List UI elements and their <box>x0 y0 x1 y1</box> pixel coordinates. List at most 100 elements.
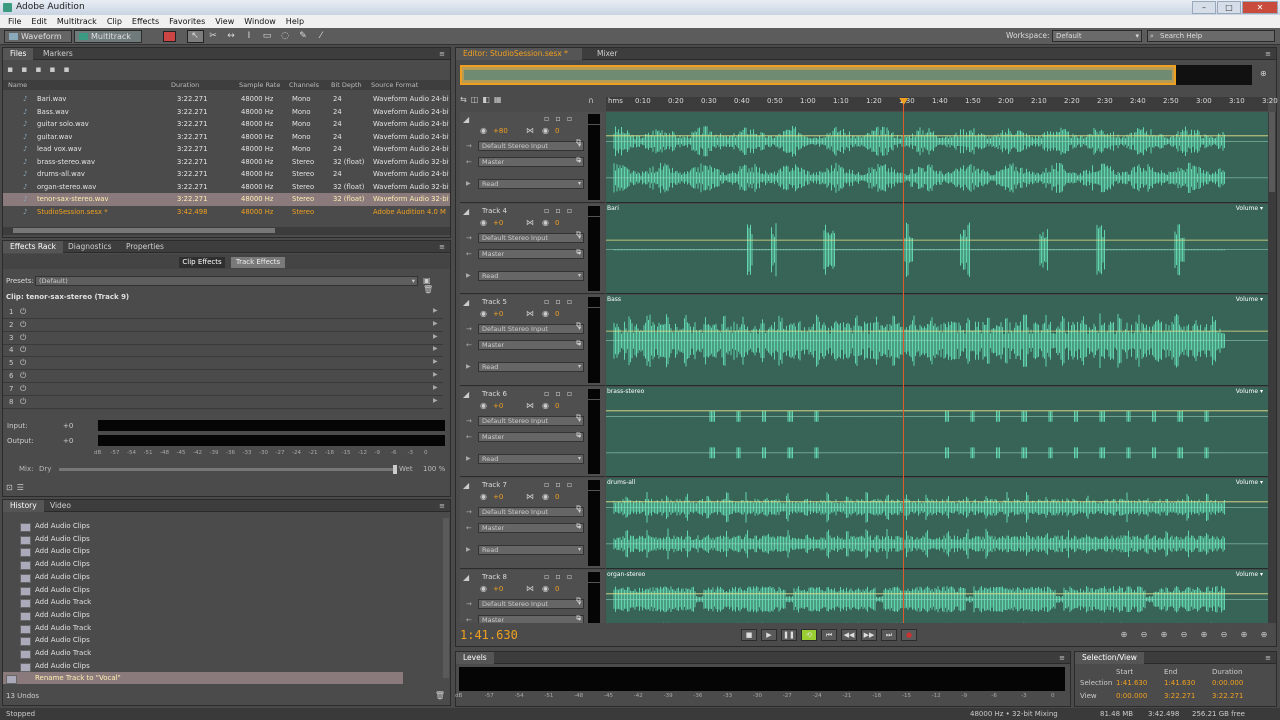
track-output-dropdown[interactable]: Master <box>478 614 584 623</box>
mute-solo-arm-icons[interactable]: ▫▫▫ <box>544 480 578 489</box>
tab-mixer[interactable]: Mixer <box>590 48 624 60</box>
panel-menu-icon[interactable]: ≡ <box>1059 654 1065 662</box>
stereo-balance-icon[interactable]: ⋈ <box>526 492 534 501</box>
view-start[interactable]: 0:00.000 <box>1116 692 1147 700</box>
track-name[interactable]: Track 8 <box>482 573 507 581</box>
panel-menu-icon[interactable]: ≡ <box>439 243 445 251</box>
file-row[interactable]: ♪ Bass.wav 3:22.271 48000 Hz Mono 24 Waveform … <box>3 106 450 119</box>
zoom-in-time-icon[interactable]: ⊕ <box>1157 630 1171 641</box>
slot-arrow-icon[interactable]: ▶ <box>433 384 438 391</box>
track-pan[interactable]: 0 <box>555 402 559 410</box>
mix-slider[interactable] <box>59 465 397 474</box>
collapse-icon[interactable]: ◢ <box>463 481 469 490</box>
volume-knob-icon[interactable]: ◉ <box>480 584 487 593</box>
effects-footer-icons[interactable]: ⊡☰ <box>6 483 28 492</box>
history-item[interactable]: Add Audio Track <box>17 596 137 609</box>
fx-icon[interactable]: ⧉ <box>576 230 581 239</box>
file-row[interactable]: ♪ lead vox.wav 3:22.271 48000 Hz Mono 24 Wavef… <box>3 143 450 156</box>
tab-markers[interactable]: Markers <box>36 48 80 60</box>
track-input-dropdown[interactable]: Default Stereo Input <box>478 324 584 334</box>
file-row[interactable]: ♪ Bari.wav 3:22.271 48000 Hz Mono 24 Waveform … <box>3 93 450 106</box>
mute-solo-arm-icons[interactable]: ▫▫▫ <box>544 206 578 215</box>
send-icon[interactable]: ⧉ <box>576 522 581 531</box>
effect-slot[interactable]: 5 ⏻ ▶ <box>3 358 443 371</box>
menu-edit[interactable]: Edit <box>27 15 53 28</box>
track-pan[interactable]: 0 <box>555 127 559 135</box>
history-scrollbar[interactable] <box>443 518 449 678</box>
stereo-balance-icon[interactable]: ⋈ <box>526 401 534 410</box>
pan-knob-icon[interactable]: ◉ <box>542 492 549 501</box>
track-automation-mode-dropdown[interactable]: Read <box>478 270 584 281</box>
menu-favorites[interactable]: Favorites <box>165 15 211 28</box>
move-tool-icon[interactable]: ↖ <box>189 31 201 42</box>
zoom-out-time-icon[interactable]: ⊖ <box>1177 630 1191 641</box>
history-item[interactable]: Add Audio Clips <box>17 634 137 647</box>
rewind-button[interactable]: ◀◀ <box>841 629 857 641</box>
playhead[interactable] <box>899 98 909 623</box>
input-gain[interactable]: +0 <box>63 422 73 430</box>
track-name[interactable]: Track 6 <box>482 390 507 398</box>
track-automation-mode-dropdown[interactable]: Read <box>478 453 584 464</box>
send-icon[interactable]: ⧉ <box>576 614 581 623</box>
fx-icon[interactable]: ⧉ <box>576 138 581 147</box>
pan-knob-icon[interactable]: ◉ <box>542 401 549 410</box>
send-icon[interactable]: ⧉ <box>576 156 581 165</box>
effect-slot[interactable]: 4 ⏻ ▶ <box>3 345 443 358</box>
tab-diagnostics[interactable]: Diagnostics <box>61 241 119 253</box>
slot-arrow-icon[interactable]: ▶ <box>433 320 438 327</box>
automation-expand-icon[interactable]: ▶ <box>466 363 471 370</box>
collapse-icon[interactable]: ◢ <box>463 207 469 216</box>
spot-healing-tool-icon[interactable]: ⁄ <box>315 31 327 42</box>
stereo-balance-icon[interactable]: ⋈ <box>526 584 534 593</box>
pause-button[interactable]: ❚❚ <box>781 629 797 641</box>
history-item[interactable]: Add Audio Track <box>17 622 137 635</box>
panel-menu-icon[interactable]: ≡ <box>1265 654 1271 662</box>
track-output-dropdown[interactable]: Master <box>478 523 584 533</box>
menu-file[interactable]: File <box>4 15 27 28</box>
pan-knob-icon[interactable]: ◉ <box>542 309 549 318</box>
go-to-end-button[interactable]: ⏭ <box>881 629 897 641</box>
track-volume[interactable]: +0 <box>493 402 503 410</box>
history-item[interactable]: Add Audio Clips <box>17 545 137 558</box>
pan-knob-icon[interactable]: ◉ <box>542 218 549 227</box>
output-gain[interactable]: +0 <box>63 437 73 445</box>
menu-help[interactable]: Help <box>282 15 310 28</box>
mute-solo-arm-icons[interactable]: ▫▫▫ <box>544 389 578 398</box>
record-button[interactable]: ● <box>901 629 917 641</box>
view-end[interactable]: 3:22.271 <box>1164 692 1195 700</box>
menu-window[interactable]: Window <box>240 15 282 28</box>
history-item[interactable]: Add Audio Clips <box>17 571 137 584</box>
menu-clip[interactable]: Clip <box>103 15 128 28</box>
track-automation-mode-dropdown[interactable]: Read <box>478 179 584 189</box>
track-volume[interactable]: +0 <box>493 219 503 227</box>
zoom-out-amplitude-icon[interactable]: ⊖ <box>1137 630 1151 641</box>
pan-knob-icon[interactable]: ◉ <box>542 584 549 593</box>
lasso-tool-icon[interactable]: ◌ <box>279 31 291 42</box>
power-icon[interactable]: ⏻ <box>20 384 26 394</box>
mute-solo-arm-icons[interactable]: ▫▫▫ <box>544 114 578 123</box>
history-item[interactable]: Add Audio Clips <box>17 520 137 533</box>
zoom-full-icon[interactable]: ⊕ <box>1197 630 1211 641</box>
tab-selection-view[interactable]: Selection/View <box>1075 652 1144 664</box>
file-row[interactable]: ♪ tenor-sax-stereo.wav 3:22.271 48000 Hz Ste… <box>3 193 450 206</box>
clip-effects-tab[interactable]: Clip Effects <box>179 257 225 268</box>
stereo-balance-icon[interactable]: ⋈ <box>526 309 534 318</box>
slot-arrow-icon[interactable]: ▶ <box>433 307 438 314</box>
effect-slot[interactable]: 7 ⏻ ▶ <box>3 384 443 396</box>
slot-arrow-icon[interactable]: ▶ <box>433 345 438 352</box>
tab-levels[interactable]: Levels <box>456 652 494 664</box>
waveform-view-button[interactable]: Waveform <box>4 30 72 43</box>
history-item[interactable]: Add Audio Clips <box>17 558 137 571</box>
power-icon[interactable]: ⏻ <box>20 397 26 407</box>
track-output-dropdown[interactable]: Master <box>478 157 584 167</box>
track-input-dropdown[interactable]: Default Stereo Input <box>478 232 584 243</box>
history-item[interactable]: Add Audio Track <box>17 647 137 660</box>
workspace-dropdown[interactable]: Default ▾ <box>1052 30 1142 42</box>
power-icon[interactable]: ⏻ <box>20 371 26 381</box>
fx-icon[interactable]: ⧉ <box>576 413 581 422</box>
col-name[interactable]: Name <box>8 81 27 90</box>
session-overview[interactable] <box>460 65 1252 85</box>
presets-dropdown[interactable]: (Default) ▾ <box>35 276 418 286</box>
track-volume[interactable]: +0 <box>493 310 503 318</box>
play-button[interactable]: ▶ <box>761 629 777 641</box>
